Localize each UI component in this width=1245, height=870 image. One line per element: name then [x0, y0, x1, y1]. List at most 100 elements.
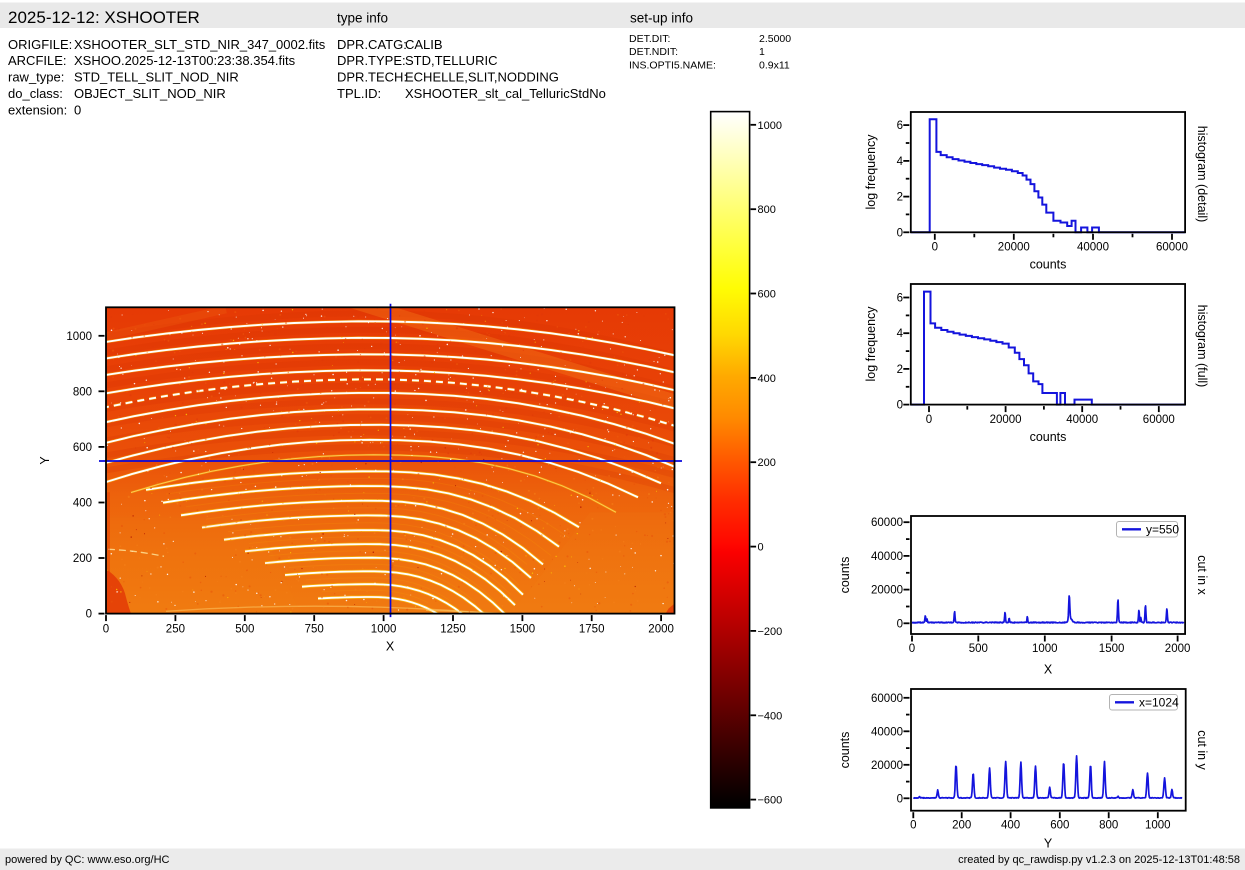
svg-text:500: 500	[969, 643, 988, 655]
svg-text:type info: type info	[337, 11, 388, 26]
svg-text:40000: 40000	[871, 726, 903, 738]
svg-text:6: 6	[897, 293, 903, 305]
svg-text:−400: −400	[758, 710, 783, 722]
svg-text:XSHOOTER_slt_cal_TelluricStdNo: XSHOOTER_slt_cal_TelluricStdNo	[405, 86, 606, 101]
svg-text:XSHOO.2025-12-13T00:23:38.354.: XSHOO.2025-12-13T00:23:38.354.fits	[74, 53, 296, 68]
svg-text:1500: 1500	[510, 624, 536, 636]
svg-text:250: 250	[166, 624, 185, 636]
svg-text:set-up info: set-up info	[630, 11, 693, 26]
svg-text:Y: Y	[1044, 837, 1053, 851]
svg-text:Y: Y	[38, 456, 52, 465]
svg-text:0: 0	[86, 609, 92, 621]
svg-text:20000: 20000	[998, 242, 1030, 254]
svg-text:ECHELLE,SLIT,NODDING: ECHELLE,SLIT,NODDING	[405, 70, 559, 85]
svg-text:0: 0	[758, 542, 764, 554]
svg-text:extension:: extension:	[8, 103, 67, 118]
svg-text:1500: 1500	[1099, 643, 1125, 655]
svg-text:200: 200	[758, 457, 776, 469]
svg-text:ORIGFILE:: ORIGFILE:	[8, 37, 72, 52]
svg-text:0: 0	[910, 820, 916, 832]
svg-text:0.9x11: 0.9x11	[759, 59, 790, 71]
svg-text:DPR.CATG:: DPR.CATG:	[337, 37, 407, 52]
svg-text:−600: −600	[758, 795, 783, 807]
svg-text:60000: 60000	[871, 693, 903, 705]
svg-text:2.5000: 2.5000	[759, 33, 791, 45]
svg-text:800: 800	[758, 204, 776, 216]
svg-text:1000: 1000	[1145, 820, 1171, 832]
svg-text:0: 0	[932, 242, 938, 254]
svg-text:0: 0	[897, 793, 903, 805]
svg-text:1750: 1750	[579, 624, 605, 636]
svg-text:1: 1	[759, 46, 765, 58]
svg-text:0: 0	[897, 227, 903, 239]
svg-text:2000: 2000	[1165, 643, 1191, 655]
svg-text:CALIB: CALIB	[405, 37, 443, 52]
svg-text:1000: 1000	[758, 120, 782, 132]
svg-text:40000: 40000	[1066, 414, 1098, 426]
svg-text:20000: 20000	[871, 585, 903, 597]
svg-text:powered by QC: www.eso.org/HC: powered by QC: www.eso.org/HC	[5, 854, 170, 866]
svg-text:log frequency: log frequency	[864, 306, 878, 382]
svg-text:STD_TELL_SLIT_NOD_NIR: STD_TELL_SLIT_NOD_NIR	[74, 70, 239, 85]
svg-text:1000: 1000	[1032, 643, 1058, 655]
svg-text:2: 2	[897, 192, 903, 204]
svg-text:0: 0	[103, 624, 109, 636]
svg-text:DPR.TYPE:: DPR.TYPE:	[337, 53, 406, 68]
svg-text:TPL.ID:: TPL.ID:	[337, 86, 381, 101]
svg-text:STD,TELLURIC: STD,TELLURIC	[405, 53, 497, 68]
svg-text:y=550: y=550	[1146, 522, 1179, 536]
svg-text:200: 200	[73, 553, 92, 565]
svg-text:800: 800	[1099, 820, 1118, 832]
svg-text:0: 0	[897, 400, 903, 412]
svg-text:1250: 1250	[440, 624, 466, 636]
svg-text:0: 0	[909, 643, 915, 655]
svg-text:raw_type:: raw_type:	[8, 70, 64, 85]
svg-text:histogram (full): histogram (full)	[1195, 305, 1209, 388]
svg-text:4: 4	[897, 328, 904, 340]
svg-text:DPR.TECH:: DPR.TECH:	[337, 70, 407, 85]
svg-text:600: 600	[73, 442, 92, 454]
svg-text:20000: 20000	[871, 760, 903, 772]
svg-text:X: X	[386, 640, 395, 654]
svg-text:40000: 40000	[871, 551, 903, 563]
svg-text:DET.NDIT:: DET.NDIT:	[629, 46, 678, 58]
svg-text:0: 0	[926, 414, 932, 426]
svg-text:400: 400	[73, 498, 92, 510]
svg-text:XSHOOTER_SLT_STD_NIR_347_0002.: XSHOOTER_SLT_STD_NIR_347_0002.fits	[74, 37, 326, 52]
svg-text:20000: 20000	[990, 414, 1022, 426]
svg-text:counts: counts	[838, 732, 852, 769]
svg-text:600: 600	[758, 289, 776, 301]
svg-text:1000: 1000	[66, 331, 92, 343]
svg-text:400: 400	[758, 373, 776, 385]
svg-text:40000: 40000	[1077, 242, 1109, 254]
svg-text:2: 2	[897, 364, 903, 376]
svg-text:histogram (detail): histogram (detail)	[1195, 126, 1209, 223]
svg-text:log frequency: log frequency	[864, 134, 878, 210]
svg-text:X: X	[1044, 663, 1053, 677]
svg-text:counts: counts	[1030, 430, 1067, 444]
svg-text:DET.DIT:: DET.DIT:	[629, 33, 670, 45]
svg-text:2025-12-12: XSHOOTER: 2025-12-12: XSHOOTER	[8, 8, 200, 27]
svg-text:750: 750	[305, 624, 324, 636]
svg-text:6: 6	[897, 120, 903, 132]
svg-text:created by qc_rawdisp.py v1.2.: created by qc_rawdisp.py v1.2.3 on 2025-…	[958, 854, 1240, 866]
svg-text:cut in y: cut in y	[1195, 730, 1209, 770]
svg-text:x=1024: x=1024	[1139, 695, 1179, 709]
svg-text:0: 0	[74, 103, 81, 118]
svg-text:−200: −200	[758, 626, 783, 638]
svg-text:ARCFILE:: ARCFILE:	[8, 53, 67, 68]
svg-text:60000: 60000	[871, 517, 903, 529]
svg-text:do_class:: do_class:	[8, 86, 63, 101]
svg-text:200: 200	[952, 820, 971, 832]
svg-text:INS.OPTI5.NAME:: INS.OPTI5.NAME:	[629, 59, 716, 71]
svg-text:1000: 1000	[371, 624, 397, 636]
svg-text:60000: 60000	[1156, 242, 1188, 254]
svg-text:4: 4	[897, 156, 904, 168]
svg-text:counts: counts	[838, 557, 852, 594]
svg-text:800: 800	[73, 386, 92, 398]
svg-text:500: 500	[235, 624, 254, 636]
svg-text:counts: counts	[1030, 258, 1067, 272]
svg-text:cut in x: cut in x	[1195, 555, 1209, 595]
svg-text:400: 400	[1001, 820, 1020, 832]
svg-text:2000: 2000	[648, 624, 674, 636]
